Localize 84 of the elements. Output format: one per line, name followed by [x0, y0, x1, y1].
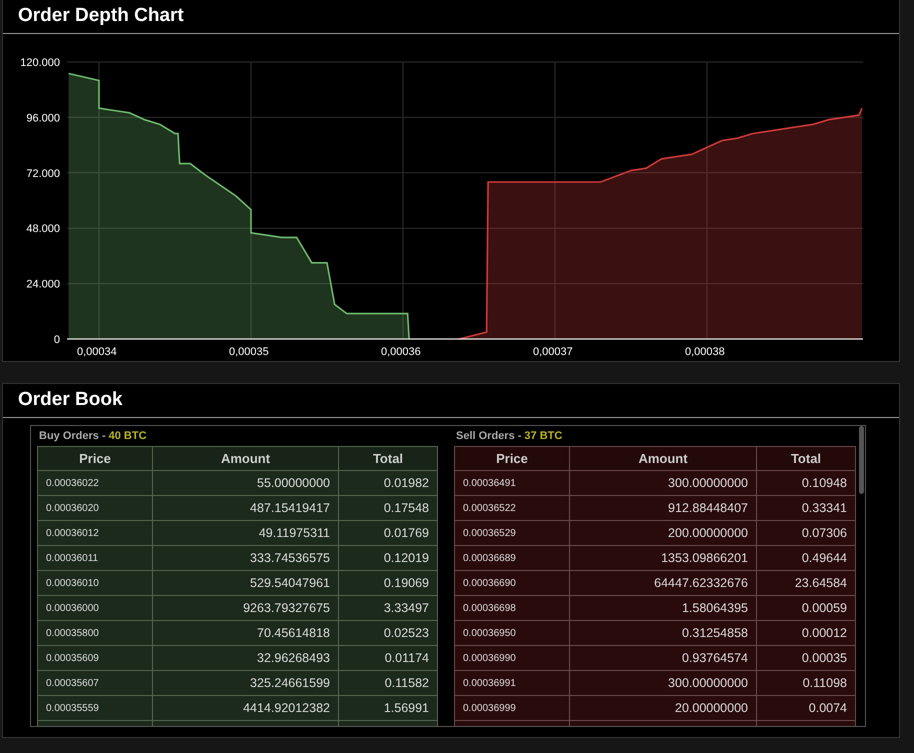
- table-cell: 1.56991: [338, 696, 438, 720]
- table-cell: 300.00000000: [570, 470, 756, 496]
- table-cell: 0.49644: [756, 546, 856, 570]
- x-tick-label: 0,00038: [685, 346, 725, 358]
- table-cell: 3.33497: [338, 596, 438, 620]
- y-tick-label: 0: [54, 334, 60, 346]
- column-header[interactable]: Price: [38, 446, 152, 470]
- table-cell: 912.88448407: [570, 496, 756, 520]
- table-cell: 55.00000000: [152, 470, 338, 496]
- table-total: 37 BTC: [524, 430, 562, 442]
- table-cell: 0.00059: [756, 596, 856, 620]
- table-cell: 0.00036012: [38, 520, 152, 546]
- table-cell: 333.74536575: [152, 546, 338, 570]
- table-cell: 70.45614818: [152, 620, 338, 646]
- table-total: 40 BTC: [108, 430, 147, 442]
- table-cell: 0.33341: [756, 496, 856, 520]
- y-tick-label: 96.000: [26, 112, 60, 124]
- table-cell: 0.01982: [338, 470, 438, 496]
- table-cell: 9263.79327675: [152, 596, 338, 620]
- y-tick-label: 48.000: [26, 223, 60, 236]
- table-cell: 0.01174: [338, 646, 438, 670]
- table-cell: 0.93764574: [570, 646, 756, 670]
- table-cell: 0.00035: [756, 646, 856, 670]
- x-tick-label: 0,00037: [533, 346, 573, 358]
- column-header[interactable]: Total: [756, 446, 856, 470]
- table-cell: 1353.09866201: [570, 546, 756, 570]
- table-cell: 0.00036690: [454, 570, 570, 596]
- table-cell: 0.00036022: [38, 470, 152, 496]
- table-cell: 1.58064395: [570, 596, 756, 620]
- table-cell: 200.00000000: [570, 520, 756, 546]
- table-cell: 0.00036010: [38, 570, 152, 596]
- table-cell: 0.00035607: [38, 670, 152, 696]
- column-header[interactable]: Total: [338, 446, 438, 470]
- scroll-thumb[interactable]: [859, 426, 864, 494]
- y-tick-label: 120.000: [20, 57, 60, 69]
- table-cell: 32.96268493: [152, 646, 338, 670]
- y-tick-label: 72.000: [26, 168, 60, 180]
- table-cell: 0.00036689: [454, 546, 570, 570]
- table-cell: 0.00036491: [454, 470, 570, 496]
- table-caption: Sell Orders -: [456, 430, 522, 442]
- table-cell: 0.07306: [756, 520, 856, 546]
- column-header[interactable]: Price: [454, 446, 570, 470]
- table-cell: 0.01769: [338, 520, 438, 546]
- table-cell: 0.31254858: [570, 620, 756, 646]
- table-cell: 0.00012: [756, 620, 856, 646]
- y-tick-label: 24.000: [26, 278, 60, 291]
- panel-title: Order Depth Chart: [3, 0, 899, 34]
- panel-title: Order Book: [3, 384, 899, 418]
- x-tick-label: 0,00036: [381, 346, 421, 358]
- table-cell: 0.00036000: [38, 596, 152, 620]
- table-cell: 300.00000000: [570, 670, 756, 696]
- table-cell: 0.11582: [338, 670, 438, 696]
- table-cell: 0.00036522: [454, 496, 570, 520]
- table-cell: 49.11975311: [152, 520, 338, 546]
- table-cell: 0.00036999: [454, 696, 570, 720]
- table-cell: 64447.62332676: [570, 570, 756, 596]
- table-cell: 0.17548: [338, 496, 438, 520]
- table-cell: 0.10948: [756, 470, 856, 496]
- x-tick-label: 0,00034: [77, 346, 117, 358]
- table-cell: 0.00036529: [454, 520, 570, 546]
- table-cell: 23.64584: [756, 570, 856, 596]
- table-cell: 487.15419417: [152, 496, 338, 520]
- x-tick-label: 0,00035: [229, 346, 269, 358]
- column-header[interactable]: Amount: [570, 446, 756, 470]
- table-cell: 0.00036698: [454, 596, 570, 620]
- table-cell: 0.19069: [338, 570, 438, 596]
- table-cell: 0.00036950: [454, 620, 570, 646]
- table-cell: 0.0074: [756, 696, 856, 720]
- table-cell: 0.00036990: [454, 646, 570, 670]
- table-cell: 325.24661599: [152, 670, 338, 696]
- table-cell: 4414.92012382: [152, 696, 338, 720]
- table-cell: 0.00036991: [454, 670, 570, 696]
- table-cell: 0.02523: [338, 620, 438, 646]
- table-cell: 0.00035559: [38, 696, 152, 720]
- table-cell: 529.54047961: [152, 570, 338, 596]
- table-cell: 0.00036020: [38, 496, 152, 520]
- table-cell: 0.11098: [756, 670, 856, 696]
- table-cell: 0.00035609: [38, 646, 152, 670]
- table-cell: 0.00035800: [38, 620, 152, 646]
- table-cell: 0.12019: [338, 546, 438, 570]
- column-header[interactable]: Amount: [152, 446, 338, 470]
- table-cell: 20.00000000: [570, 696, 756, 720]
- table-cell: 0.00036011: [38, 546, 152, 570]
- table-caption: Buy Orders -: [39, 430, 106, 442]
